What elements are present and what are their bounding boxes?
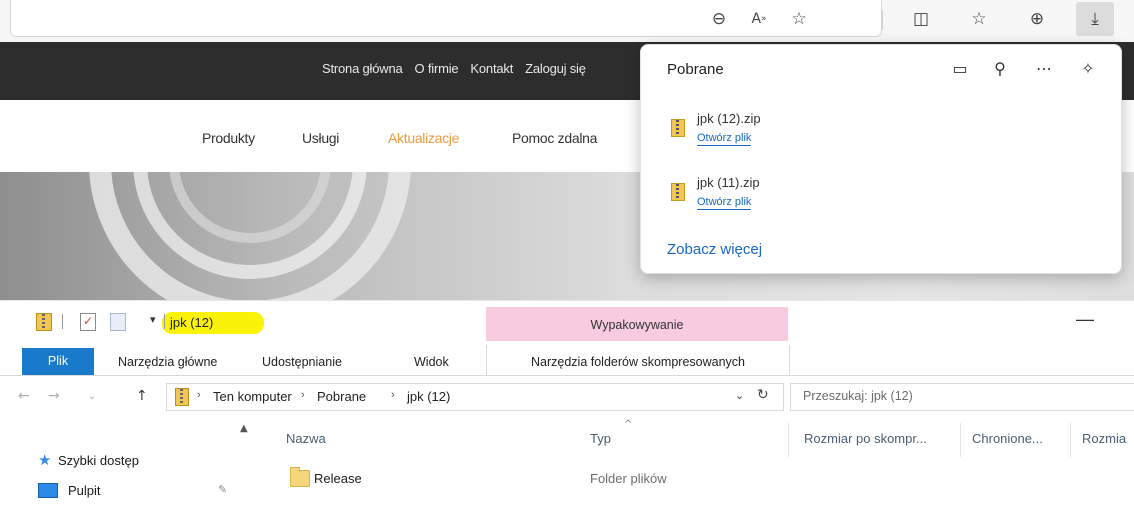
address-path-box[interactable]: › Ten komputer › Pobrane › jpk (12) ⌄ ↻ <box>166 383 784 411</box>
tab-compressed-folder-tools[interactable]: Narzędzia folderów skompresowanych <box>486 345 790 375</box>
nav-link-login[interactable]: Zaloguj się <box>525 61 586 76</box>
read-aloud-icon[interactable]: A» <box>746 6 772 32</box>
zip-folder-icon <box>175 388 189 406</box>
forward-arrow-icon[interactable]: → <box>48 388 60 404</box>
new-folder-icon[interactable] <box>110 313 126 331</box>
quick-access-star-icon: ★ <box>38 451 52 469</box>
qat-divider <box>62 314 63 329</box>
breadcrumb-separator: › <box>301 389 305 401</box>
column-header-compressed-size[interactable]: Rozmiar po skompr... <box>804 431 927 446</box>
recent-locations-icon[interactable]: ⌄ <box>88 391 96 402</box>
back-arrow-icon[interactable]: ← <box>18 388 30 404</box>
tab-view[interactable]: Widok <box>414 355 449 369</box>
split-screen-icon[interactable]: ◫ <box>908 6 934 32</box>
pin-icon[interactable]: ✧ <box>1075 55 1101 81</box>
window-title: jpk (12) <box>170 315 214 330</box>
customize-qat-icon[interactable]: ▾ <box>150 313 156 326</box>
nav-item-services[interactable]: Usługi <box>302 130 339 146</box>
nav-link-contact[interactable]: Kontakt <box>470 61 513 76</box>
download-item[interactable]: jpk (12).zip Otwórz plik <box>665 111 1105 155</box>
ribbon-tabs: Plik Narzędzia główne Udostępnianie Wido… <box>0 345 1134 376</box>
pin-icon: ✎ <box>218 483 228 496</box>
zip-file-icon <box>671 119 685 137</box>
nav-link-home[interactable]: Strona główna <box>322 61 403 76</box>
favorite-star-icon[interactable]: ☆ <box>786 6 812 32</box>
tab-share[interactable]: Udostępnianie <box>262 355 342 369</box>
properties-icon[interactable]: ✓ <box>80 313 96 331</box>
nav-item-products[interactable]: Produkty <box>202 130 255 146</box>
file-list: ^ Nazwa Typ Rozmiar po skompr... Chronio… <box>260 417 1134 507</box>
breadcrumb-current[interactable]: jpk (12) <box>407 389 450 404</box>
toolbar-divider <box>882 10 883 30</box>
download-file-name: jpk (12).zip <box>697 111 761 126</box>
nav-desktop[interactable]: Pulpit <box>68 483 101 498</box>
column-header-protected[interactable]: Chronione... <box>972 431 1043 446</box>
download-file-name: jpk (11).zip <box>697 175 760 190</box>
minimize-icon[interactable]: — <box>1076 309 1094 330</box>
see-more-link[interactable]: Zobacz więcej <box>667 241 762 258</box>
column-header-name[interactable]: Nazwa <box>286 431 326 446</box>
breadcrumb-separator: › <box>197 389 201 401</box>
tab-file[interactable]: Plik <box>22 348 94 375</box>
chevron-down-icon[interactable]: ⌄ <box>735 389 744 402</box>
folder-icon <box>290 467 310 487</box>
up-arrow-icon[interactable]: ↑ <box>136 388 148 404</box>
zoom-out-icon[interactable]: ⊖ <box>706 6 732 32</box>
breadcrumb-downloads[interactable]: Pobrane <box>317 389 366 404</box>
nav-quick-access[interactable]: Szybki dostęp <box>58 453 139 468</box>
favorites-list-icon[interactable]: ☆ <box>966 6 992 32</box>
download-item[interactable]: jpk (11).zip Otwórz plik <box>665 175 1105 219</box>
contextual-tab-header: Wypakowywanie <box>486 307 788 341</box>
open-file-link[interactable]: Otwórz plik <box>697 132 752 146</box>
column-divider <box>960 423 961 457</box>
breadcrumb-separator: › <box>391 389 395 401</box>
collections-icon[interactable]: ⊕ <box>1024 6 1050 32</box>
column-header-type[interactable]: Typ <box>590 431 611 446</box>
tab-home[interactable]: Narzędzia główne <box>118 355 217 369</box>
downloads-title: Pobrane <box>667 61 724 78</box>
browser-toolbar: ⊖ A» ☆ ◫ ☆ ⊕ ⤓ <box>0 0 1134 42</box>
nav-item-remote-help[interactable]: Pomoc zdalna <box>512 130 597 146</box>
address-row: ← → ⌄ ↑ › Ten komputer › Pobrane › jpk (… <box>0 381 1134 413</box>
file-explorer-window: ✓ ▾ jpk (12) Wypakowywanie — Plik Narzęd… <box>0 300 1134 507</box>
more-options-icon[interactable]: ⋯ <box>1031 55 1057 81</box>
nav-item-updates[interactable]: Aktualizacje <box>388 130 459 146</box>
search-icon[interactable]: ⚲ <box>987 55 1013 81</box>
zip-file-icon <box>671 183 685 201</box>
refresh-icon[interactable]: ↻ <box>757 387 769 403</box>
sort-caret-icon: ^ <box>624 419 633 430</box>
title-divider <box>164 314 165 329</box>
navigation-pane: ▲ ★ Szybki dostęp Pulpit ✎ <box>0 417 248 507</box>
quick-access-toolbar: ✓ ▾ jpk (12) Wypakowywanie — <box>0 301 1134 345</box>
zip-folder-icon <box>36 313 52 331</box>
download-icon[interactable]: ⤓ <box>1076 2 1114 36</box>
tab-compressed-folder-tools-label: Narzędzia folderów skompresowanych <box>531 355 745 369</box>
breadcrumb-this-pc[interactable]: Ten komputer <box>213 389 292 404</box>
file-name[interactable]: Release <box>314 471 362 486</box>
contextual-tab-label: Wypakowywanie <box>590 318 684 332</box>
open-file-link[interactable]: Otwórz plik <box>697 196 752 210</box>
nav-link-company[interactable]: O firmie <box>415 61 459 76</box>
column-header-size[interactable]: Rozmia <box>1082 431 1126 446</box>
open-folder-icon[interactable]: ▭ <box>947 55 973 81</box>
file-type: Folder plików <box>590 471 667 486</box>
search-placeholder: Przeszukaj: jpk (12) <box>803 389 913 403</box>
search-input[interactable]: Przeszukaj: jpk (12) <box>790 383 1134 411</box>
scroll-up-icon[interactable]: ▲ <box>240 423 248 434</box>
column-divider <box>1070 423 1071 457</box>
downloads-panel: Pobrane ▭ ⚲ ⋯ ✧ jpk (12).zip Otwórz plik… <box>640 44 1122 274</box>
desktop-icon <box>38 483 58 498</box>
column-divider <box>788 423 789 457</box>
